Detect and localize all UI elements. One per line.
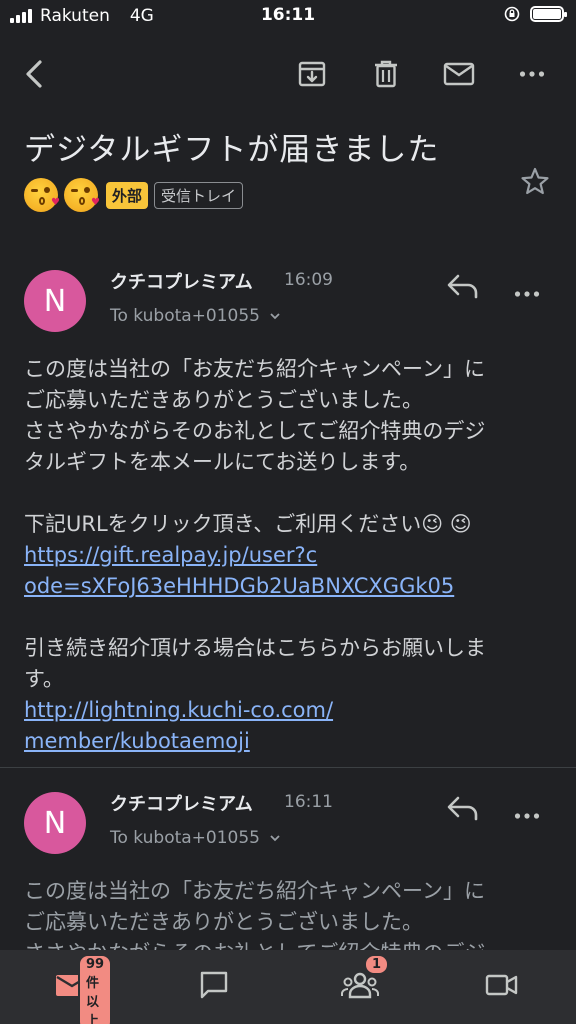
body-line: この度は当社の「お友だち紹介キャンペーン」に <box>24 879 485 903</box>
chat-icon <box>200 971 228 999</box>
nav-spaces-tab[interactable]: 1 <box>330 954 390 1010</box>
nav-chat-tab[interactable] <box>184 960 244 1010</box>
message-time: 16:11 <box>284 792 333 812</box>
recipient-details-toggle[interactable]: To kubota+01055 <box>110 306 281 326</box>
reply-button[interactable] <box>446 273 480 303</box>
mail-unread-badge: 99 件以上 <box>78 954 113 1024</box>
kissing-face-emoji-icon: ♥ <box>24 178 60 212</box>
email-subject: デジタルギフトが届きました <box>24 132 440 168</box>
recipient-details-toggle[interactable]: To kubota+01055 <box>110 828 281 848</box>
external-label: 外部 <box>106 181 149 209</box>
recipient-text: To kubota+01055 <box>110 306 260 326</box>
mark-unread-button[interactable] <box>437 50 481 98</box>
kissing-face-emoji-icon: ♥ <box>64 178 100 212</box>
spaces-badge: 1 <box>364 954 390 975</box>
reply-button[interactable] <box>446 795 480 825</box>
archive-icon <box>298 61 326 87</box>
message-time: 16:09 <box>284 270 333 290</box>
gift-link-line: https://gift.realpay.jp/user?c <box>24 543 318 567</box>
back-arrow-icon <box>26 60 42 88</box>
body-line: ご応募いただきありがとうございました。 <box>24 910 423 934</box>
reply-icon <box>447 796 478 821</box>
body-line: す。 <box>24 667 64 691</box>
message-divider <box>0 767 576 768</box>
nav-meet-tab[interactable] <box>472 960 532 1010</box>
referral-link-line: http://lightning.kuchi-co.com/ <box>24 698 334 722</box>
body-line: ささやかながらそのお礼としてご紹介特典のデジ <box>24 419 486 443</box>
gift-link[interactable]: https://gift.realpay.jp/user?c ode=sXFoJ… <box>24 540 544 602</box>
archive-button[interactable] <box>290 50 334 98</box>
gift-link-line: ode=sXFoJ63eHHHDGb2UaBNXCXGGk05 <box>24 574 455 598</box>
body-line <box>24 478 544 509</box>
more-horizontal-icon <box>514 813 540 819</box>
star-icon <box>521 167 549 195</box>
message-more-button[interactable] <box>514 805 540 824</box>
status-time: 16:11 <box>260 5 316 25</box>
recipient-text: To kubota+01055 <box>110 828 260 848</box>
delete-button[interactable] <box>364 50 408 98</box>
more-options-button[interactable] <box>510 50 554 98</box>
bottom-navigation: 99 件以上 1 <box>0 950 576 1024</box>
mail-icon <box>443 62 475 86</box>
body-line: タルギフトを本メールにてお送りします。 <box>24 450 421 474</box>
star-button[interactable] <box>520 166 550 200</box>
chevron-down-icon <box>270 835 281 842</box>
more-horizontal-icon <box>514 291 540 297</box>
referral-link-line: member/kubotaemoji <box>24 729 250 753</box>
status-bar: Rakuten 4G 16:11 <box>0 0 576 36</box>
trash-icon <box>375 60 397 88</box>
back-button[interactable] <box>12 50 56 98</box>
referral-link[interactable]: http://lightning.kuchi-co.com/ member/ku… <box>24 695 544 757</box>
body-line: 引き続き紹介頂ける場合はこちらからお願いしま <box>24 636 486 660</box>
inbox-label[interactable]: 受信トレイ <box>154 181 244 209</box>
battery-icon <box>530 6 567 22</box>
body-line: この度は当社の「お友だち紹介キャンペーン」に <box>24 357 485 381</box>
reply-icon <box>447 274 478 299</box>
nav-mail-tab[interactable]: 99 件以上 <box>42 954 113 1024</box>
email-toolbar <box>0 50 576 98</box>
sender-avatar[interactable]: N <box>24 792 86 854</box>
sender-name[interactable]: クチコプレミアム <box>110 268 253 294</box>
orientation-lock-icon <box>504 6 520 22</box>
message-body: この度は当社の「お友だち紹介キャンペーン」に ご応募いただきありがとうございまし… <box>24 354 544 757</box>
more-horizontal-icon <box>519 71 545 77</box>
label-row: ♥ ♥ 外部 受信トレイ <box>24 178 244 212</box>
chevron-down-icon <box>270 313 281 320</box>
sender-avatar[interactable]: N <box>24 270 86 332</box>
message-more-button[interactable] <box>514 283 540 302</box>
body-line: ご応募いただきありがとうございました。 <box>24 388 423 412</box>
body-line: 下記URLをクリック頂き、ご利用ください😉 😉 <box>24 512 472 536</box>
video-camera-icon <box>485 974 518 996</box>
sender-name[interactable]: クチコプレミアム <box>110 790 253 816</box>
